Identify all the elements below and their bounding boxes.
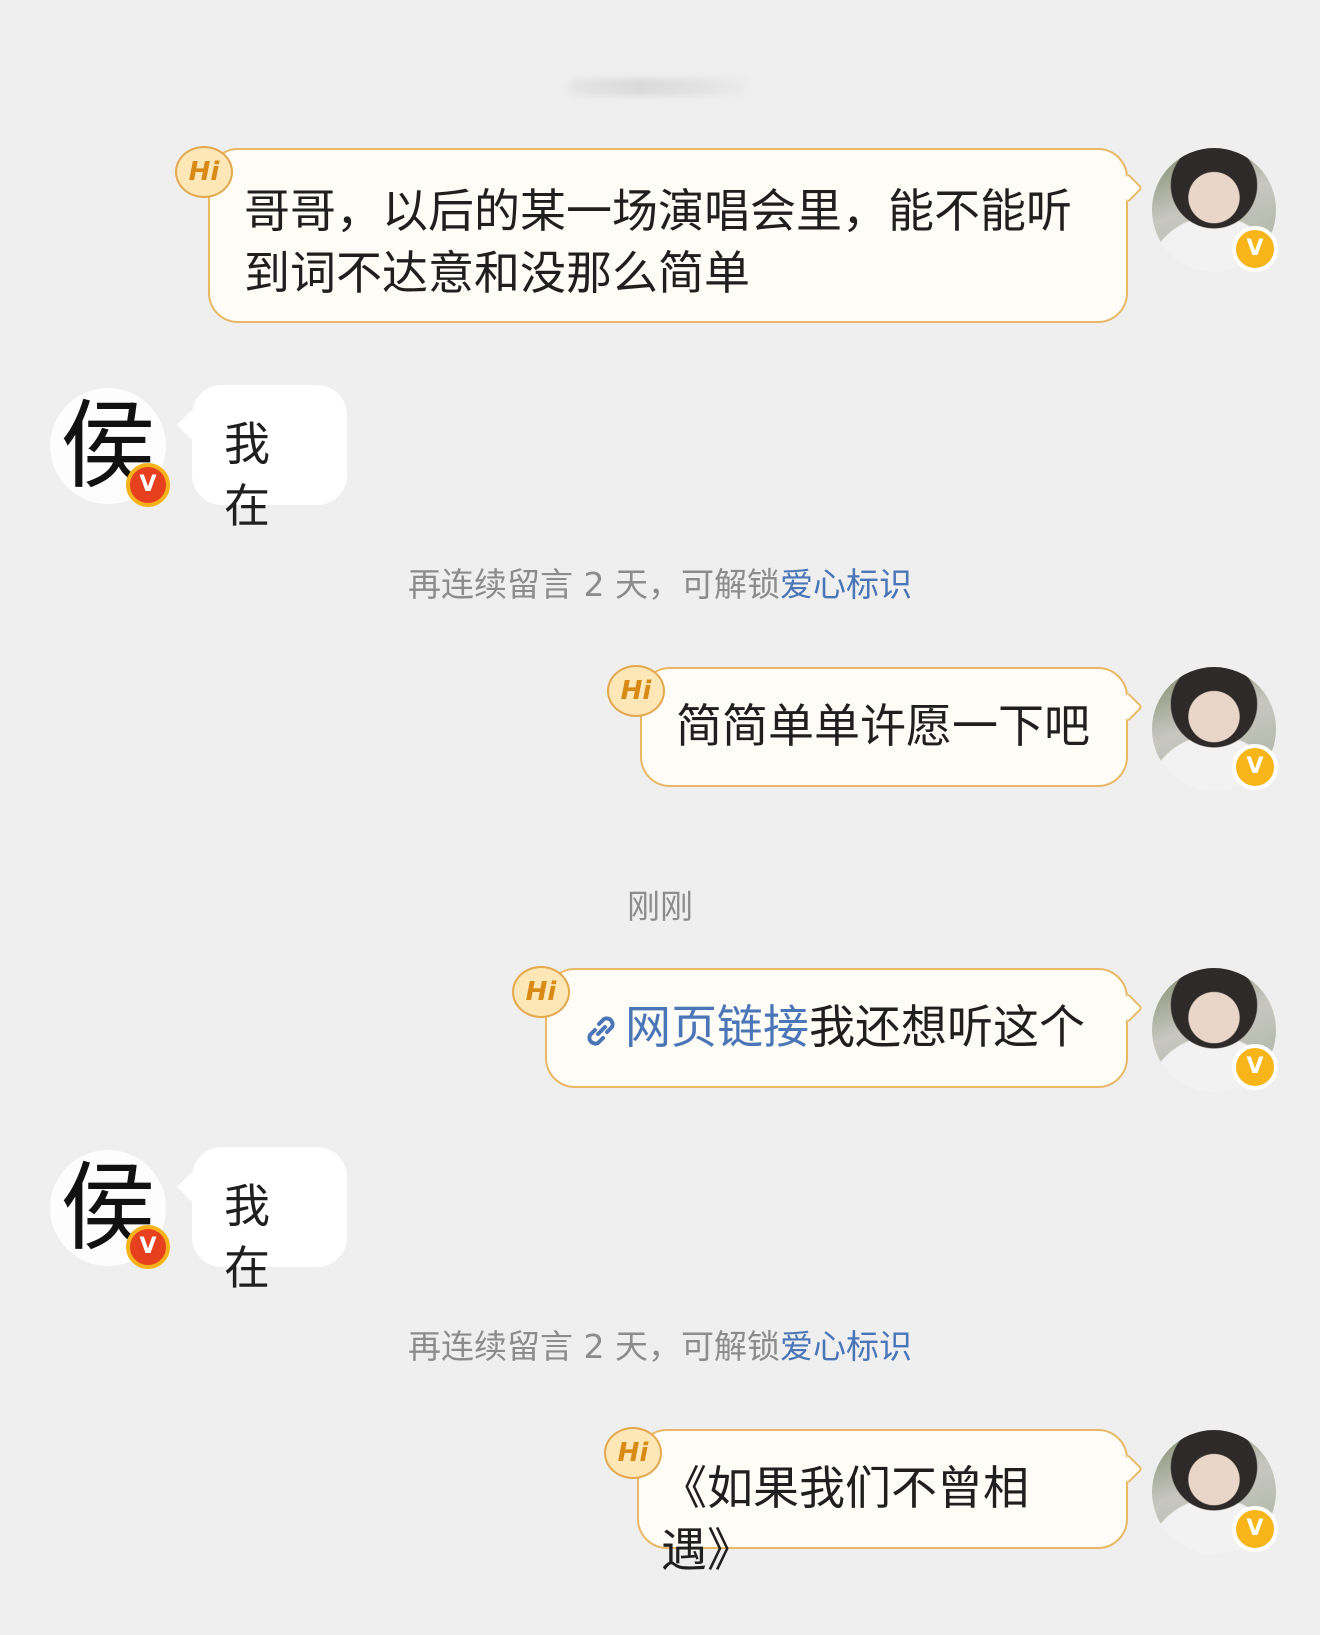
message-text: 我还想听这个 bbox=[809, 1000, 1085, 1054]
system-notice: 再连续留言 2 天，可解锁爱心标识 bbox=[0, 558, 1320, 606]
system-notice-text: 再连续留言 2 天，可解锁 bbox=[408, 1327, 780, 1366]
message-text: 我在 bbox=[224, 1179, 270, 1295]
message-bubble-outgoing[interactable]: 网页链接我还想听这个 bbox=[545, 968, 1128, 1088]
message-text: 《如果我们不曾相遇》 bbox=[661, 1461, 1029, 1577]
message-bubble-outgoing[interactable]: 哥哥，以后的某一场演唱会里，能不能听到词不达意和没那么简单 bbox=[208, 148, 1128, 323]
hi-badge: Hi bbox=[512, 966, 570, 1018]
verified-badge-icon: V bbox=[1232, 744, 1278, 790]
message-text: 哥哥，以后的某一场演唱会里，能不能听到词不达意和没那么简单 bbox=[244, 184, 1072, 300]
message-bubble-incoming[interactable]: 我在 bbox=[192, 1147, 347, 1295]
hi-badge: Hi bbox=[604, 1427, 662, 1479]
verified-badge-icon: V bbox=[126, 463, 170, 507]
timestamp: 刚刚 bbox=[627, 887, 693, 926]
link-icon bbox=[587, 1015, 615, 1046]
hi-badge: Hi bbox=[175, 146, 233, 198]
web-link[interactable]: 网页链接 bbox=[581, 1000, 809, 1054]
verified-badge-icon: V bbox=[1232, 1044, 1278, 1090]
message-bubble-outgoing[interactable]: 简简单单许愿一下吧 bbox=[640, 667, 1128, 787]
message-bubble-incoming[interactable]: 我在 bbox=[192, 385, 347, 533]
message-bubble-outgoing[interactable]: 《如果我们不曾相遇》 bbox=[637, 1429, 1128, 1577]
heart-badge-link[interactable]: 爱心标识 bbox=[780, 565, 912, 604]
heart-badge-link[interactable]: 爱心标识 bbox=[780, 1327, 912, 1366]
verified-badge-icon: V bbox=[126, 1225, 170, 1269]
message-text: 我在 bbox=[224, 417, 270, 533]
system-notice: 再连续留言 2 天，可解锁爱心标识 bbox=[0, 1320, 1320, 1368]
web-link-label: 网页链接 bbox=[625, 1000, 809, 1054]
hi-badge: Hi bbox=[607, 665, 665, 717]
verified-badge-icon: V bbox=[1232, 1506, 1278, 1552]
verified-badge-icon: V bbox=[1232, 226, 1278, 272]
message-text: 简简单单许愿一下吧 bbox=[676, 699, 1090, 753]
system-notice-text: 再连续留言 2 天，可解锁 bbox=[408, 565, 780, 604]
blurred-header-text bbox=[568, 78, 748, 96]
